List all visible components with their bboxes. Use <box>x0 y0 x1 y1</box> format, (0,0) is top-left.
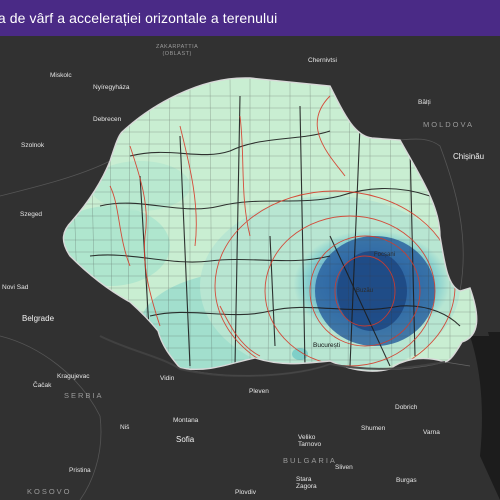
label-miskolc: Miskolc <box>50 72 72 79</box>
label-pleven: Pleven <box>249 388 269 395</box>
label-szeged: Szeged <box>20 211 43 218</box>
label-veliko-line1: Veliko <box>298 434 316 441</box>
label-debrecen: Debrecen <box>93 116 122 123</box>
label-vidin: Vidin <box>160 375 175 382</box>
label-zakarpattia-line2: (OBLAST) <box>162 51 192 57</box>
label-dobrich: Dobrich <box>395 404 418 411</box>
label-bulgaria: BULGARIA <box>283 456 337 465</box>
label-chernivtsi: Chernivtsi <box>308 57 337 64</box>
label-sofia: Sofia <box>176 435 195 444</box>
label-nyiregyhaza: Nyíregyháza <box>93 84 130 91</box>
label-balti: Bălți <box>418 99 431 106</box>
label-zakarpattia-line1: ZAKARPATTIA <box>156 44 199 50</box>
label-nis: Niš <box>120 424 130 431</box>
label-cacak: Čačak <box>33 382 52 389</box>
label-sliven: Sliven <box>335 464 353 471</box>
label-novi-sad: Novi Sad <box>2 284 29 291</box>
label-pristina: Pristina <box>69 467 91 474</box>
label-chisinau: Chișinău <box>453 152 485 161</box>
label-serbia: SERBIA <box>64 391 104 400</box>
label-zakarpattia: ZAKARPATTIA (OBLAST) <box>156 44 198 58</box>
label-szolnok: Szolnok <box>21 142 45 149</box>
label-moldova: MOLDOVA <box>423 120 474 129</box>
label-veliko: Veliko Tarnovo <box>298 434 321 448</box>
label-buzau: Buzău <box>356 288 374 294</box>
label-plovdiv: Plovdiv <box>235 489 256 496</box>
map-app: ea de vârf a accelerației orizontale a t… <box>0 0 500 500</box>
label-focsani: Focșani <box>374 252 396 258</box>
label-bucuresti: București <box>313 342 341 349</box>
label-shumen: Shumen <box>361 425 386 432</box>
label-varna: Varna <box>423 429 440 436</box>
label-montana: Montana <box>173 417 199 424</box>
label-kragujevac: Kragujevac <box>57 373 90 380</box>
label-stara-line1: Stara <box>296 476 312 483</box>
label-veliko-line2: Tarnovo <box>298 441 322 448</box>
label-belgrade: Belgrade <box>22 314 55 323</box>
title-bar: ea de vârf a accelerației orizontale a t… <box>0 0 500 36</box>
label-kosovo: KOSOVO <box>27 487 72 496</box>
label-stara-line2: Zagora <box>296 483 317 490</box>
label-stara-zagora: Stara Zagora <box>296 476 317 490</box>
map-title: ea de vârf a accelerației orizontale a t… <box>0 10 278 26</box>
map-view[interactable]: ZAKARPATTIA (OBLAST) Chernivtsi Miskolc … <box>0 36 500 500</box>
label-burgas: Burgas <box>396 477 417 484</box>
